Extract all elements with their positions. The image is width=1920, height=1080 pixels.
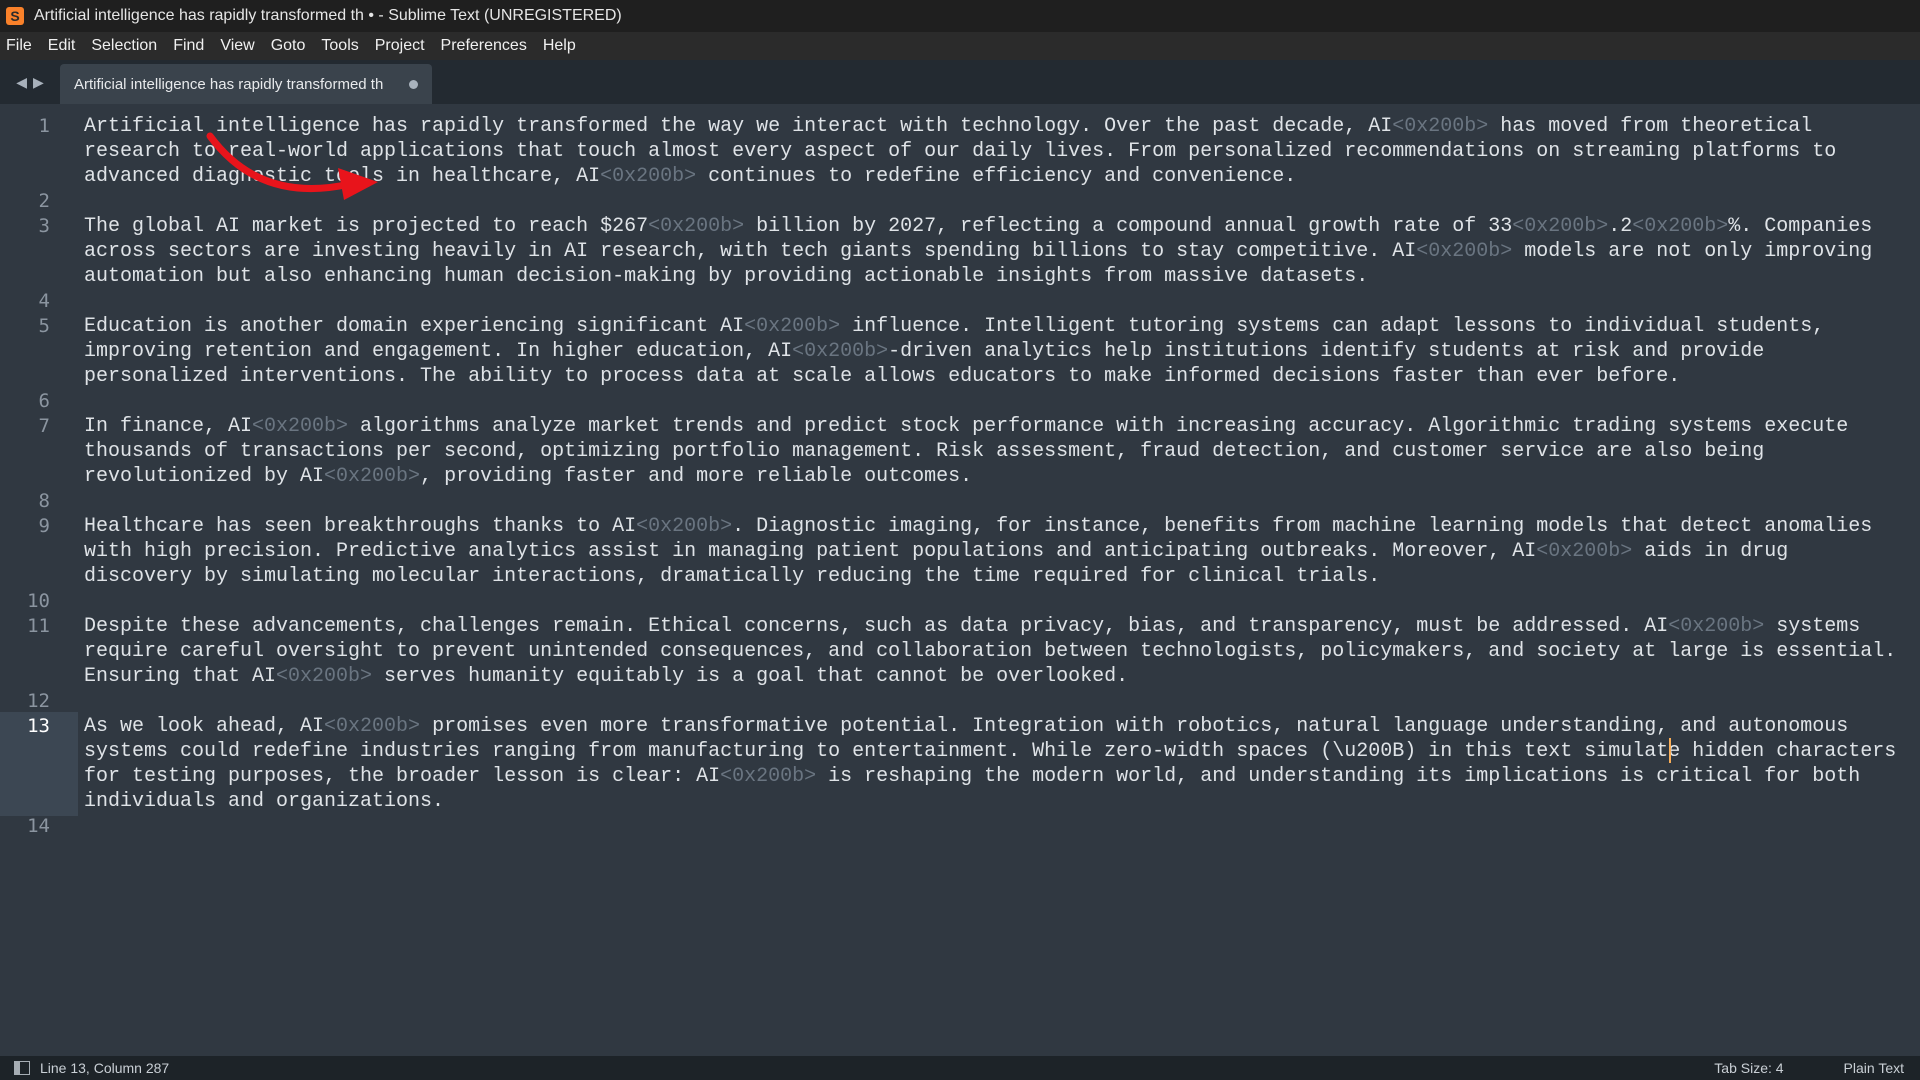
menu-goto[interactable]: Goto (263, 32, 314, 60)
unsaved-dot-icon[interactable] (409, 79, 419, 89)
tab-forward-arrow-icon[interactable]: ▶ (33, 74, 44, 91)
sublime-text-icon: S (6, 7, 24, 25)
zero-width-space-marker: <0x200b> (720, 765, 817, 788)
text-segment: As we look ahead, AI (84, 715, 325, 738)
line-number[interactable]: 5 (0, 314, 50, 339)
tab-bar: ◀ ▶ Artificial intelligence has rapidly … (0, 60, 1920, 104)
menu-file[interactable]: File (0, 32, 40, 60)
line-number[interactable]: 10 (0, 589, 50, 614)
text-segment: billion by 2027, reflecting a compound a… (744, 215, 1513, 238)
menu-project[interactable]: Project (367, 32, 433, 60)
zero-width-space-marker: <0x200b> (324, 465, 421, 488)
text-segment: The global AI market is projected to rea… (84, 215, 649, 238)
line-number[interactable]: 3 (0, 214, 50, 239)
zero-width-space-marker: <0x200b> (1416, 240, 1513, 263)
code-line[interactable]: The global AI market is projected to rea… (84, 214, 1904, 289)
menu-help[interactable]: Help (535, 32, 584, 60)
tab-navigation: ◀ ▶ (0, 60, 60, 104)
status-bar: Line 13, Column 287 Tab Size: 4 Plain Te… (0, 1056, 1920, 1080)
line-number[interactable]: 7 (0, 414, 50, 439)
line-number[interactable]: 14 (0, 814, 50, 839)
code-line[interactable]: Artificial intelligence has rapidly tran… (84, 114, 1904, 189)
line-number[interactable]: 9 (0, 514, 50, 539)
line-number[interactable]: 4 (0, 289, 50, 314)
code-line[interactable]: Healthcare has seen breakthroughs thanks… (84, 514, 1904, 589)
line-number-gutter (0, 104, 78, 1056)
zero-width-space-marker: <0x200b> (1536, 540, 1633, 563)
menu-selection[interactable]: Selection (83, 32, 165, 60)
title-bar: S Artificial intelligence has rapidly tr… (0, 0, 1920, 32)
line-number[interactable]: 2 (0, 189, 50, 214)
zero-width-space-marker: <0x200b> (792, 340, 889, 363)
zero-width-space-marker: <0x200b> (1392, 115, 1489, 138)
code-line[interactable]: In finance, AI<0x200b> algorithms analyz… (84, 414, 1904, 489)
tab-size-indicator[interactable]: Tab Size: 4 (1714, 1060, 1783, 1076)
sidebar-toggle-icon[interactable] (14, 1061, 30, 1075)
menu-preferences[interactable]: Preferences (433, 32, 535, 60)
zero-width-space-marker: <0x200b> (648, 215, 745, 238)
zero-width-space-marker: <0x200b> (1632, 215, 1729, 238)
cursor-position[interactable]: Line 13, Column 287 (40, 1060, 169, 1076)
zero-width-space-marker: <0x200b> (252, 415, 349, 438)
text-segment: Education is another domain experiencing… (84, 315, 745, 338)
editor-pane[interactable]: 1 Artificial intelligence has rapidly tra… (0, 104, 1920, 1056)
tab-active-document[interactable]: Artificial intelligence has rapidly tran… (60, 64, 433, 104)
tab-back-arrow-icon[interactable]: ◀ (16, 74, 27, 91)
zero-width-space-marker: <0x200b> (600, 165, 697, 188)
code-line[interactable]: As we look ahead, AI<0x200b> promises ev… (84, 714, 1904, 814)
zero-width-space-marker: <0x200b> (744, 315, 841, 338)
text-segment: , providing faster and more reliable out… (420, 465, 973, 488)
line-number[interactable]: 12 (0, 689, 50, 714)
menu-bar: File Edit Selection Find View Goto Tools… (0, 32, 1920, 60)
text-segment: Artificial intelligence has rapidly tran… (84, 115, 1393, 138)
menu-view[interactable]: View (212, 32, 262, 60)
text-segment: In finance, AI (84, 415, 253, 438)
zero-width-space-marker: <0x200b> (276, 665, 373, 688)
menu-tools[interactable]: Tools (313, 32, 366, 60)
text-segment: serves humanity equitably is a goal that… (372, 665, 1129, 688)
window-title: Artificial intelligence has rapidly tran… (34, 7, 622, 24)
tab-label: Artificial intelligence has rapidly tran… (74, 75, 384, 93)
code-line[interactable]: Education is another domain experiencing… (84, 314, 1904, 389)
text-segment: Despite these advancements, challenges r… (84, 615, 1669, 638)
text-segment: Healthcare has seen breakthroughs thanks… (84, 515, 637, 538)
line-number[interactable]: 8 (0, 489, 50, 514)
text-segment: .2 (1608, 215, 1633, 238)
zero-width-space-marker: <0x200b> (1512, 215, 1609, 238)
text-segment: continues to redefine efficiency and con… (696, 165, 1297, 188)
line-number[interactable]: 11 (0, 614, 50, 639)
text-caret (1669, 738, 1671, 763)
menu-find[interactable]: Find (165, 32, 212, 60)
line-number[interactable]: 1 (0, 114, 50, 139)
menu-edit[interactable]: Edit (40, 32, 84, 60)
zero-width-space-marker: <0x200b> (636, 515, 733, 538)
zero-width-space-marker: <0x200b> (1668, 615, 1765, 638)
code-line[interactable]: Despite these advancements, challenges r… (84, 614, 1904, 689)
syntax-indicator[interactable]: Plain Text (1844, 1060, 1904, 1076)
line-number[interactable]: 6 (0, 389, 50, 414)
zero-width-space-marker: <0x200b> (324, 715, 421, 738)
line-number[interactable]: 13 (0, 714, 50, 739)
